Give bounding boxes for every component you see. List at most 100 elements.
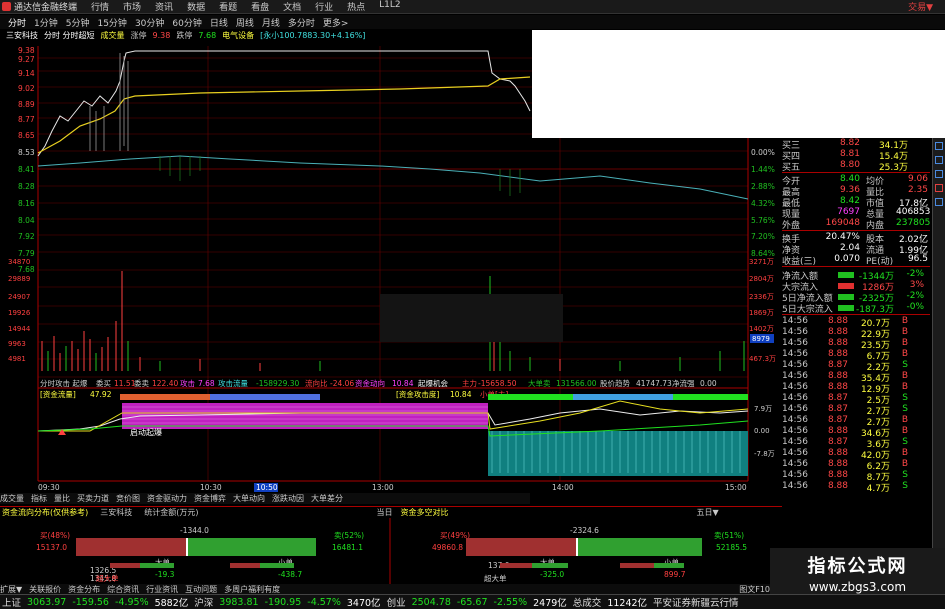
tick-price: 8.88 (827, 448, 848, 458)
tick-side: B (901, 415, 908, 425)
menu-item[interactable]: 看题 (219, 0, 237, 13)
period-tab[interactable]: 15分钟 (97, 16, 126, 29)
volume-tick-right: 467.3万 (749, 355, 776, 363)
cy-label[interactable]: 创业 (387, 595, 406, 609)
period-tab[interactable]: 日线 (210, 16, 228, 29)
sz-label[interactable]: 沪深 (194, 595, 213, 609)
tab-f10[interactable]: 图文F10 (739, 584, 770, 595)
menu-item[interactable]: L1L2 (379, 0, 400, 13)
right-small-buy-bar (620, 563, 654, 568)
stat-row: 最低 8.42 市值 17.8亿 (782, 196, 930, 209)
tick-time: 14:56 (782, 426, 808, 436)
fund-flow-page[interactable]: 五日▼ (697, 507, 719, 518)
tick-time: 14:56 (782, 393, 808, 403)
sector-label[interactable]: 电气设备 (222, 30, 254, 41)
tick-row: 14:56 8.88 35.4万 B (782, 371, 930, 384)
toolbar-icon[interactable] (935, 170, 943, 178)
sz-amount: 3470亿 (346, 598, 381, 609)
tick-side: B (901, 382, 908, 392)
trade-button[interactable]: 交易▼ (908, 0, 933, 13)
right-sell-pct: 卖(51%) (714, 531, 744, 540)
period-tab[interactable]: 30分钟 (135, 16, 164, 29)
side-toolbar[interactable] (932, 138, 945, 593)
price-tick: 8.77 (18, 115, 35, 124)
tick-volume: 8.7万 (866, 473, 890, 483)
tab-fund-drive[interactable]: 资金驱动力 (147, 493, 187, 504)
stat-value: 7697 (837, 207, 860, 217)
period-tab[interactable]: 多分时 (288, 16, 315, 29)
tab-volume-ratio[interactable]: 量比 (54, 493, 70, 504)
sh-label[interactable]: 上证 (2, 595, 21, 609)
toolbar-icon[interactable] (935, 198, 943, 206)
volume-tick-right: 2336万 (749, 293, 774, 301)
menu-item[interactable]: 行业 (315, 0, 333, 13)
tab-volume[interactable]: 成交量 (0, 493, 24, 504)
tab-news[interactable]: 综合资讯 (107, 584, 139, 595)
tab-big-order[interactable]: 大单动向 (233, 493, 265, 504)
tab-bid-ask-power[interactable]: 买卖力道 (77, 493, 109, 504)
left-huge-label: 超大单 (96, 573, 119, 583)
menu-item[interactable]: 文档 (283, 0, 301, 13)
toolbar-icon[interactable] (935, 184, 943, 192)
toolbar-icon[interactable] (935, 142, 943, 150)
tab-big-order-diff[interactable]: 大单差分 (311, 493, 343, 504)
flow-row: 大宗流入 1286万 3% (782, 280, 930, 293)
tick-row: 14:56 8.87 2.7万 B (782, 415, 930, 428)
tick-side: S (902, 437, 908, 447)
tick-price: 8.88 (827, 327, 848, 337)
right-net-value: -2324.6 (570, 526, 599, 535)
flow-value: -2325万 (858, 294, 894, 304)
stat-label-2: 市值 (866, 199, 885, 209)
period-tab[interactable]: 60分钟 (172, 16, 201, 29)
stat-label-2: 内盘 (866, 221, 885, 231)
tick-price: 8.88 (827, 426, 848, 436)
menu-item[interactable]: 数据 (187, 0, 205, 13)
period-bar: 分时 1分钟 5分钟 15分钟 30分钟 60分钟 日线 周线 月线 多分时 更… (0, 15, 945, 29)
pct-tick: 1.44% (751, 165, 775, 174)
chart-mode[interactable]: 分时 分时超短 (44, 30, 95, 41)
tick-time: 14:56 (782, 382, 808, 392)
tick-volume: 20.7万 (860, 319, 890, 329)
stat-label: 收益(三) (782, 257, 817, 267)
total-amount: 11242亿 (607, 598, 648, 609)
tab-qa[interactable]: 互动问题 (185, 584, 217, 595)
volume-tick-right: 1869万 (749, 309, 774, 317)
tab-related-quote[interactable]: 关联报价 (29, 584, 61, 595)
period-tab[interactable]: 1分钟 (34, 16, 58, 29)
stat-row: 收益(三) 0.070 PE(动) 96.5 (782, 254, 930, 267)
limit-down-label: 跌停 (176, 31, 193, 40)
net-strength-value: 0.00 (700, 379, 717, 388)
menu-item[interactable]: 市场 (123, 0, 141, 13)
tab-industry-news[interactable]: 行业资讯 (146, 584, 178, 595)
period-tab[interactable]: 分时 (8, 16, 26, 29)
toolbar-icon[interactable] (935, 156, 943, 164)
menu-item[interactable]: 看盘 (251, 0, 269, 13)
tick-side: B (901, 426, 908, 436)
fund-flow-today[interactable]: 当日 (377, 507, 393, 518)
tick-price: 8.87 (827, 437, 848, 447)
menu-item[interactable]: 资讯 (155, 0, 173, 13)
period-tab[interactable]: 周线 (236, 16, 254, 29)
tab-fund-game[interactable]: 资金博弈 (194, 493, 226, 504)
volume-current: 8979 (752, 335, 770, 343)
tab-indicator[interactable]: 指标 (31, 493, 47, 504)
period-tab[interactable]: 更多> (323, 16, 349, 29)
tab-welfare[interactable]: 多周户福利有度 (224, 584, 280, 595)
menu-item[interactable]: 行情 (91, 0, 109, 13)
tab-expand[interactable]: 扩展▼ (0, 584, 22, 595)
menu-item[interactable]: 热点 (347, 0, 365, 13)
tab-rise-fall-cause[interactable]: 涨跌动因 (272, 493, 304, 504)
tab-auction[interactable]: 竞价图 (116, 493, 140, 504)
quote-label: 买三 (782, 141, 801, 151)
ind2-axis-tick: 0.00 (754, 427, 770, 435)
main-force-label: 主力 (462, 378, 477, 388)
tick-row: 14:56 8.88 8.7万 S (782, 470, 930, 483)
right-small-value: 899.7 (664, 570, 686, 579)
tick-time: 14:56 (782, 316, 808, 326)
tab-fund-distribution[interactable]: 资金分布 (68, 584, 100, 595)
period-tab[interactable]: 月线 (262, 16, 280, 29)
stat-row: 最高 9.36 量比 2.35 (782, 185, 930, 198)
tick-row: 14:56 8.88 4.7万 S (782, 481, 930, 494)
stat-label-2: 股本 (866, 235, 885, 245)
period-tab[interactable]: 5分钟 (66, 16, 90, 29)
